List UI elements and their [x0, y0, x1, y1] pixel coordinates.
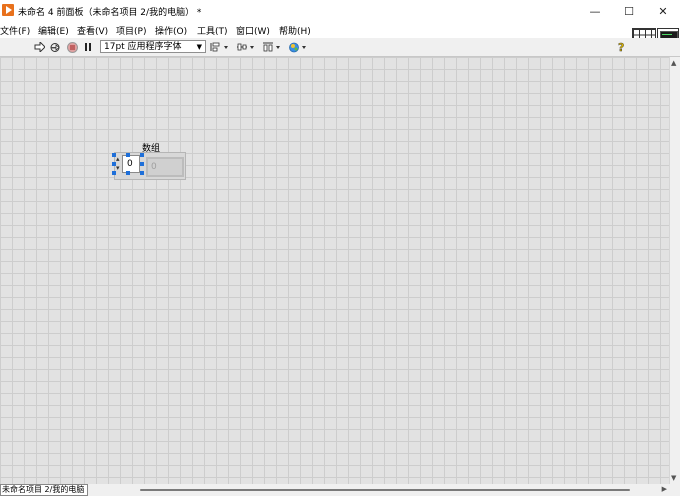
selection-handle[interactable] [140, 162, 144, 166]
run-continuously-icon[interactable] [48, 41, 61, 53]
reorder-icon[interactable] [289, 41, 309, 53]
array-element-display[interactable]: 0 [146, 157, 184, 177]
project-path-status: 未命名项目 2/我的电脑 [0, 484, 88, 496]
minimize-button[interactable]: — [578, 0, 612, 22]
selection-handle[interactable] [140, 153, 144, 157]
menu-edit[interactable]: 编辑(E) [38, 24, 69, 37]
selection-handle[interactable] [140, 171, 144, 175]
front-panel-canvas[interactable] [0, 57, 669, 484]
horizontal-scroll-thumb[interactable] [140, 489, 630, 491]
menu-tools[interactable]: 工具(T) [197, 24, 228, 37]
menu-window[interactable]: 窗口(W) [236, 24, 270, 37]
abort-icon[interactable] [66, 41, 78, 53]
selection-handle[interactable] [112, 153, 116, 157]
resize-objects-icon[interactable] [262, 41, 282, 53]
title-bar: 未命名 4 前面板（未命名项目 2/我的电脑） * — ☐ ✕ [0, 0, 680, 22]
menu-view[interactable]: 查看(V) [77, 24, 108, 37]
selection-handle[interactable] [126, 153, 130, 157]
selection-handle[interactable] [126, 171, 130, 175]
close-button[interactable]: ✕ [646, 0, 680, 22]
menu-project[interactable]: 项目(P) [116, 24, 146, 37]
svg-text:?: ? [618, 41, 624, 53]
distribute-objects-icon[interactable] [236, 41, 256, 53]
run-arrow-icon[interactable] [33, 41, 45, 53]
menu-help[interactable]: 帮助(H) [279, 24, 311, 37]
font-select-value: 17pt 应用程序字体 [104, 42, 182, 52]
align-objects-icon[interactable] [210, 41, 230, 53]
menu-file[interactable]: 文件(F) [0, 24, 30, 37]
array-index-input[interactable]: 0 [122, 155, 140, 173]
menu-operate[interactable]: 操作(O) [155, 24, 187, 37]
selection-handle[interactable] [112, 162, 116, 166]
scroll-up-icon[interactable]: ▲ [671, 59, 676, 67]
menu-bar: 文件(F) 编辑(E) 查看(V) 项目(P) 操作(O) 工具(T) 窗口(W… [0, 22, 680, 38]
scroll-right-icon[interactable]: ▶ [662, 485, 667, 493]
window-title: 未命名 4 前面板（未命名项目 2/我的电脑） * [18, 8, 202, 18]
pause-icon[interactable] [82, 41, 94, 53]
vertical-scrollbar[interactable]: ▲ ▼ [669, 57, 680, 484]
horizontal-scrollbar[interactable]: ▶ [88, 484, 669, 496]
selection-handle[interactable] [112, 171, 116, 175]
context-help-icon[interactable]: ? [616, 41, 628, 53]
scroll-down-icon[interactable]: ▼ [671, 474, 676, 482]
maximize-button[interactable]: ☐ [612, 0, 646, 22]
font-select[interactable]: 17pt 应用程序字体 ▼ [100, 40, 206, 53]
labview-app-icon [2, 4, 14, 16]
chevron-down-icon: ▼ [196, 43, 202, 51]
